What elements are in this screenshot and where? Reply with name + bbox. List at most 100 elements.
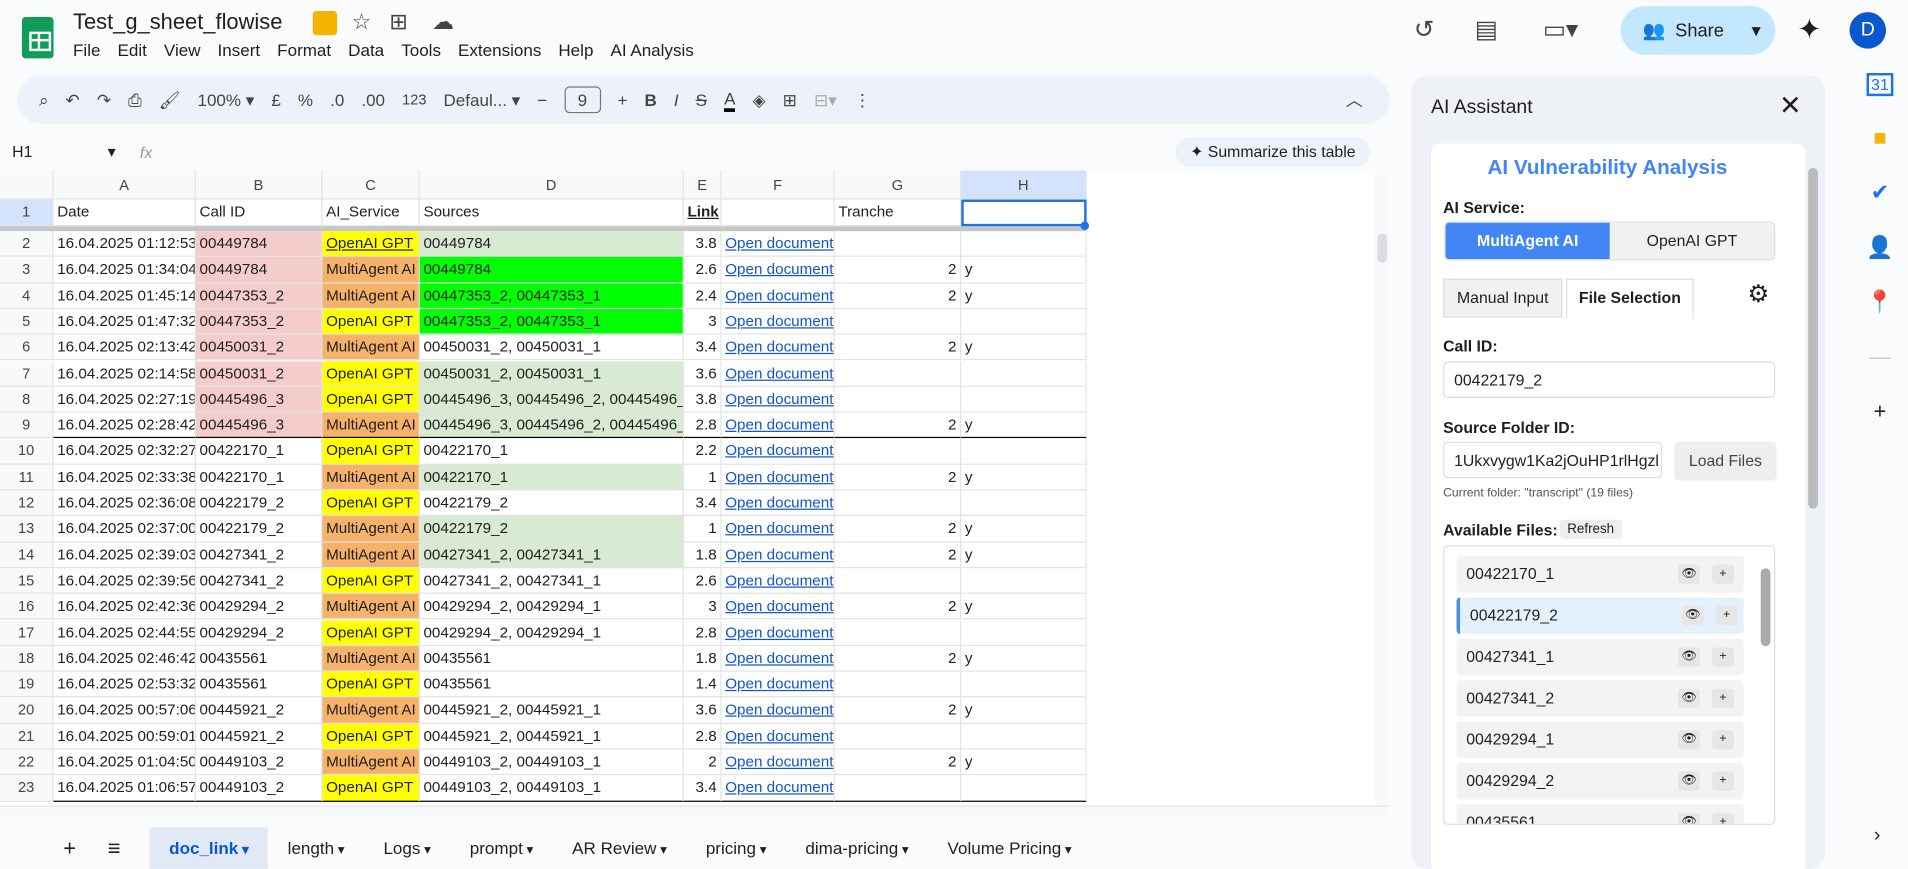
horizontal-scrollbar[interactable] — [0, 805, 1388, 823]
cell-a[interactable]: 16.04.2025 02:13:42 — [53, 334, 196, 361]
add-file-icon[interactable]: + — [1712, 564, 1734, 585]
row-header-7[interactable]: 7 — [0, 360, 54, 387]
text-color-icon[interactable]: A — [724, 88, 736, 112]
cell-c[interactable]: OpenAI GPT — [322, 671, 420, 698]
preview-eye-icon[interactable]: 👁 — [1677, 688, 1700, 709]
cell-b[interactable]: 00450031_2 — [195, 334, 323, 361]
star-icon[interactable]: ☆ — [352, 10, 372, 36]
cell-e[interactable]: 3.6 — [683, 697, 722, 724]
cell-e[interactable]: 3.8 — [683, 231, 722, 258]
cell-a[interactable]: 16.04.2025 02:53:32 — [53, 671, 196, 698]
comment-icon[interactable]: ▤ — [1475, 15, 1498, 45]
cell-b[interactable]: 00422179_2 — [195, 516, 323, 543]
cell-a[interactable]: 16.04.2025 02:44:55 — [53, 619, 196, 646]
more-options-icon[interactable]: ⋮ — [854, 89, 871, 110]
cell-h[interactable]: y — [961, 542, 1087, 569]
cell-h[interactable] — [961, 671, 1087, 698]
cell-c[interactable]: OpenAI GPT — [322, 308, 420, 335]
row-header-21[interactable]: 21 — [0, 723, 54, 750]
cell-b[interactable]: 00449103_2 — [195, 775, 323, 802]
cell-a[interactable]: 16.04.2025 02:33:38 — [53, 464, 196, 491]
cell-h[interactable]: y — [961, 749, 1087, 776]
close-icon[interactable]: ✕ — [1779, 90, 1801, 122]
cell-b[interactable]: 00445921_2 — [195, 697, 323, 724]
open-document-link[interactable]: Open document — [721, 490, 835, 517]
header-cell[interactable]: Call ID — [195, 199, 323, 227]
preview-eye-icon[interactable]: 👁 — [1681, 605, 1704, 626]
row-header-18[interactable]: 18 — [0, 645, 54, 672]
font-size-increase[interactable]: + — [618, 90, 628, 109]
cell-a[interactable]: 16.04.2025 02:42:36 — [53, 594, 196, 620]
cell-b[interactable]: 00422170_1 — [195, 438, 323, 465]
header-cell[interactable] — [721, 199, 835, 227]
cell-g[interactable] — [834, 360, 962, 387]
cell-b[interactable]: 00449784 — [195, 231, 323, 258]
preview-eye-icon[interactable]: 👁 — [1677, 647, 1700, 667]
cell-a[interactable]: 16.04.2025 01:04:50 — [53, 749, 196, 776]
row-header-9[interactable]: 9 — [0, 412, 54, 439]
sheet-tab-length[interactable]: length ▾ — [268, 827, 364, 868]
header-cell[interactable]: Link — [683, 199, 722, 227]
menu-view[interactable]: View — [164, 40, 201, 59]
fill-handle[interactable] — [1080, 221, 1090, 230]
search-icon[interactable]: ⌕ — [39, 89, 49, 110]
cell-e[interactable]: 2.4 — [683, 283, 722, 309]
file-item[interactable]: 00427341_2 👁 + — [1456, 680, 1744, 717]
cell-e[interactable]: 3.4 — [683, 490, 722, 517]
cell-c[interactable]: MultiAgent AI — [322, 516, 420, 543]
cell-a[interactable]: 16.04.2025 02:39:56 — [53, 568, 196, 595]
load-files-button[interactable]: Load Files — [1674, 441, 1777, 481]
call-id-input[interactable]: 00422179_2 — [1443, 361, 1776, 398]
cell-h[interactable]: y — [961, 334, 1087, 361]
cell-a[interactable]: 16.04.2025 00:59:01 — [53, 723, 196, 750]
cell-e[interactable]: 1.8 — [683, 645, 722, 672]
cell-a[interactable]: 16.04.2025 02:14:58 — [53, 360, 196, 387]
open-document-link[interactable]: Open document — [721, 283, 835, 309]
cell-a[interactable]: 16.04.2025 02:36:08 — [53, 490, 196, 517]
cell-c[interactable]: MultiAgent AI — [322, 645, 420, 672]
cell-b[interactable]: 00449784 — [195, 257, 323, 284]
fill-color-icon[interactable]: ◈ — [752, 89, 765, 110]
header-cell[interactable]: Sources — [419, 199, 684, 227]
row-header-10[interactable]: 10 — [0, 438, 54, 465]
cell-e[interactable]: 2.8 — [683, 723, 722, 750]
cell-b[interactable]: 00449103_2 — [195, 749, 323, 776]
row-header-3[interactable]: 3 — [0, 257, 54, 284]
menu-edit[interactable]: Edit — [117, 40, 146, 59]
file-item[interactable]: 00422179_2 👁 + — [1456, 597, 1744, 634]
menu-format[interactable]: Format — [277, 40, 331, 59]
cell-b[interactable]: 00427341_2 — [195, 568, 323, 595]
cell-b[interactable]: 00447353_2 — [195, 283, 323, 309]
cell-c[interactable]: MultiAgent AI — [322, 257, 420, 284]
cell-a[interactable]: 16.04.2025 02:37:00 — [53, 516, 196, 543]
row-header-23[interactable]: 23 — [0, 775, 54, 802]
all-sheets-icon[interactable]: ≡ — [98, 835, 150, 861]
row-header-6[interactable]: 6 — [0, 334, 54, 361]
cell-h[interactable] — [961, 308, 1087, 335]
sheet-tab-volume-pricing[interactable]: Volume Pricing ▾ — [928, 827, 1091, 868]
increase-decimal-button[interactable]: .00 — [361, 90, 385, 109]
cell-e[interactable]: 1.8 — [683, 542, 722, 569]
cell-g[interactable]: 2 — [834, 594, 962, 620]
cell-g[interactable]: 2 — [834, 697, 962, 724]
cell-b[interactable]: 00447353_2 — [195, 308, 323, 335]
cell-e[interactable]: 2.6 — [683, 568, 722, 595]
cell-a[interactable]: 16.04.2025 02:39:03 — [53, 542, 196, 569]
sheet-tab-pricing[interactable]: pricing ▾ — [686, 827, 786, 868]
cell-h[interactable]: y — [961, 257, 1087, 284]
open-document-link[interactable]: Open document — [721, 360, 835, 387]
cell-e[interactable]: 1 — [683, 464, 722, 491]
cell-e[interactable]: 3.4 — [683, 334, 722, 361]
cell-h[interactable] — [961, 386, 1087, 413]
file-item[interactable]: 00429294_2 👁 + — [1456, 762, 1744, 800]
add-file-icon[interactable]: + — [1712, 647, 1734, 667]
cell-e[interactable]: 1 — [683, 516, 722, 543]
share-button[interactable]: 👥 Share ▾ — [1620, 6, 1776, 55]
cell-c[interactable]: OpenAI GPT — [322, 723, 420, 750]
cell-g[interactable]: 2 — [834, 412, 962, 439]
add-file-icon[interactable]: + — [1712, 812, 1734, 824]
cell-b[interactable]: 00422170_1 — [195, 464, 323, 491]
cell-c[interactable]: OpenAI GPT — [322, 490, 420, 517]
open-document-link[interactable]: Open document — [721, 464, 835, 491]
cell-h[interactable] — [961, 231, 1087, 258]
